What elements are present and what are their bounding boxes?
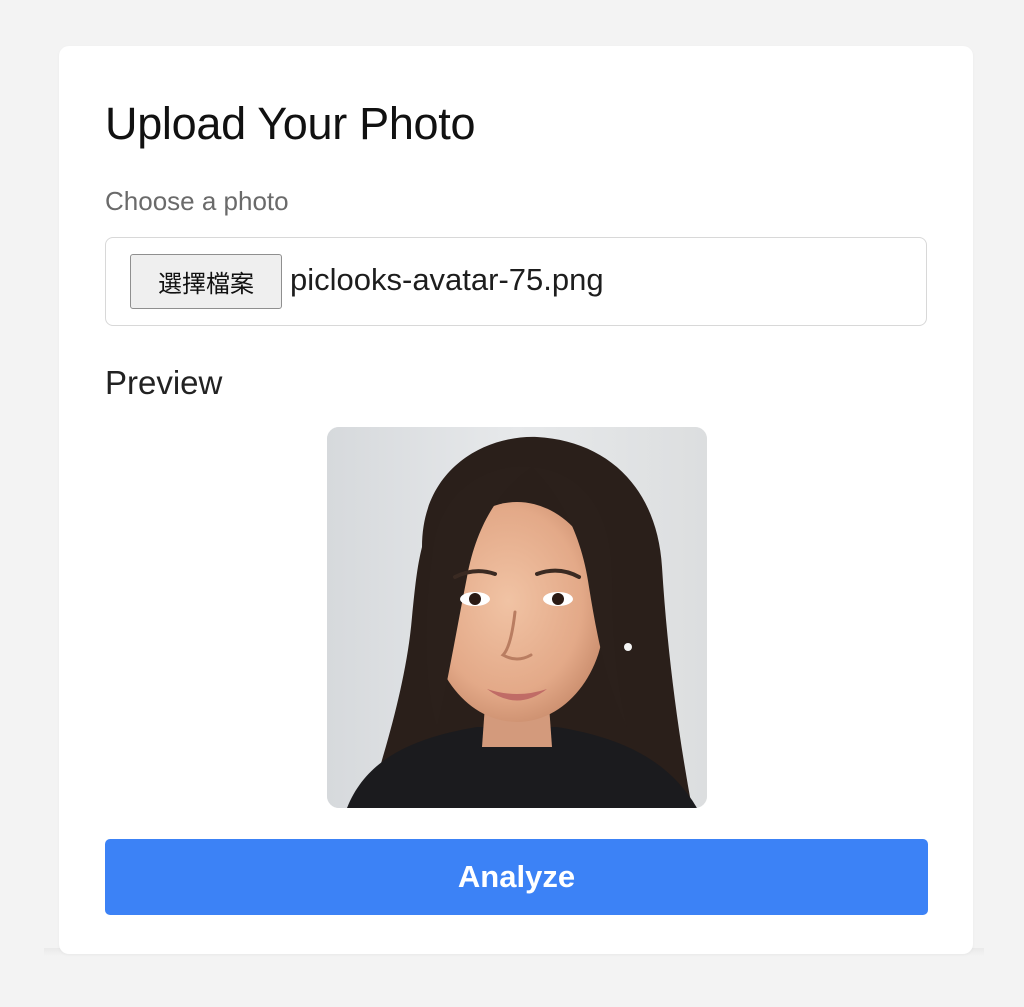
selected-file-name: piclooks-avatar-75.png — [290, 262, 604, 297]
portrait-illustration — [327, 427, 707, 808]
analyze-button[interactable]: Analyze — [105, 839, 928, 915]
preview-image — [327, 427, 707, 808]
choose-photo-label: Choose a photo — [105, 186, 289, 216]
choose-file-button[interactable]: 選擇檔案 — [130, 254, 282, 309]
page-title: Upload Your Photo — [105, 98, 476, 149]
upload-card: Upload Your Photo Choose a photo 選擇檔案 pi… — [59, 46, 973, 954]
preview-label: Preview — [105, 364, 223, 401]
file-input[interactable]: 選擇檔案 piclooks-avatar-75.png — [105, 237, 927, 326]
